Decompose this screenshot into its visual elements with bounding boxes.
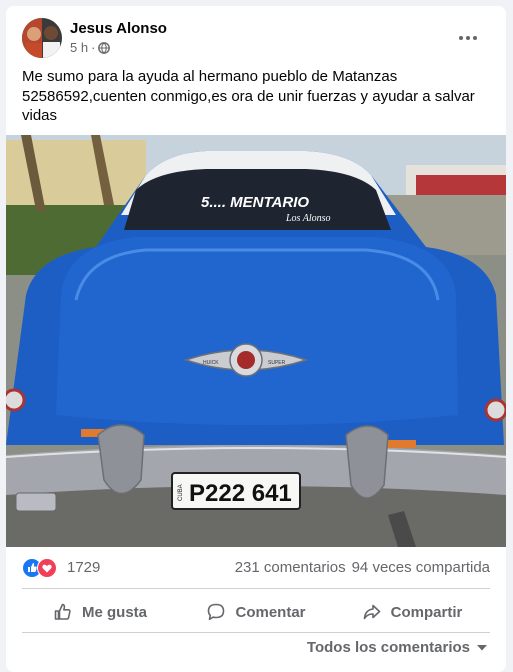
share-count[interactable]: 94 veces compartida [352, 559, 490, 576]
post-header: Jesus Alonso 5 h · [22, 18, 494, 62]
post-text: Me sumo para la ayuda al hermano pueblo … [22, 68, 475, 124]
comment-button[interactable]: Comentar [178, 594, 334, 630]
like-button[interactable]: Me gusta [22, 594, 178, 630]
meta-separator: · [91, 40, 96, 55]
more-options-icon[interactable] [450, 26, 486, 50]
windshield-text: 5.... MENTARIO [201, 194, 309, 211]
post-actions: Me gusta Comentar Compartir [22, 594, 490, 630]
plate-country: CUBA [178, 484, 184, 501]
comment-label: Comentar [235, 603, 306, 621]
reaction-icons[interactable] [22, 558, 62, 578]
reaction-count[interactable]: 1729 [67, 559, 100, 576]
comments-filter-label: Todos los comentarios [306, 639, 470, 656]
avatar[interactable] [22, 18, 62, 58]
love-reaction-icon [37, 558, 57, 578]
divider-bottom [22, 632, 490, 633]
plate-number: P222 641 [189, 480, 292, 507]
caret-down-icon [477, 644, 487, 650]
share-icon [363, 604, 380, 620]
windshield-subtext: Los Alonso [285, 213, 331, 224]
post-photo[interactable]: 5.... MENTARIO Los Alonso HUICK SUPER CU… [6, 135, 506, 547]
thumbs-up-icon [54, 603, 71, 620]
globe-icon [98, 41, 111, 54]
comment-icon [208, 603, 225, 621]
post-stats: 1729 231 comentarios 94 veces compartida [22, 556, 490, 580]
divider-top [22, 588, 490, 589]
like-label: Me gusta [81, 603, 147, 621]
post-meta: 5 h · [70, 40, 111, 55]
stats-right: 231 comentarios 94 veces compartida [235, 559, 490, 576]
post-card: Jesus Alonso 5 h · Me sumo para la ayuda… [6, 6, 506, 672]
share-label: Compartir [390, 603, 463, 621]
post-time[interactable]: 5 h [70, 40, 88, 55]
comments-filter-dropdown[interactable]: Todos los comentarios [307, 639, 488, 656]
share-button[interactable]: Compartir [334, 594, 490, 630]
comment-count[interactable]: 231 comentarios [235, 559, 346, 576]
emblem-left-text: HUICK [203, 360, 219, 366]
emblem-right-text: SUPER [268, 360, 286, 366]
author-name[interactable]: Jesus Alonso [70, 20, 167, 37]
